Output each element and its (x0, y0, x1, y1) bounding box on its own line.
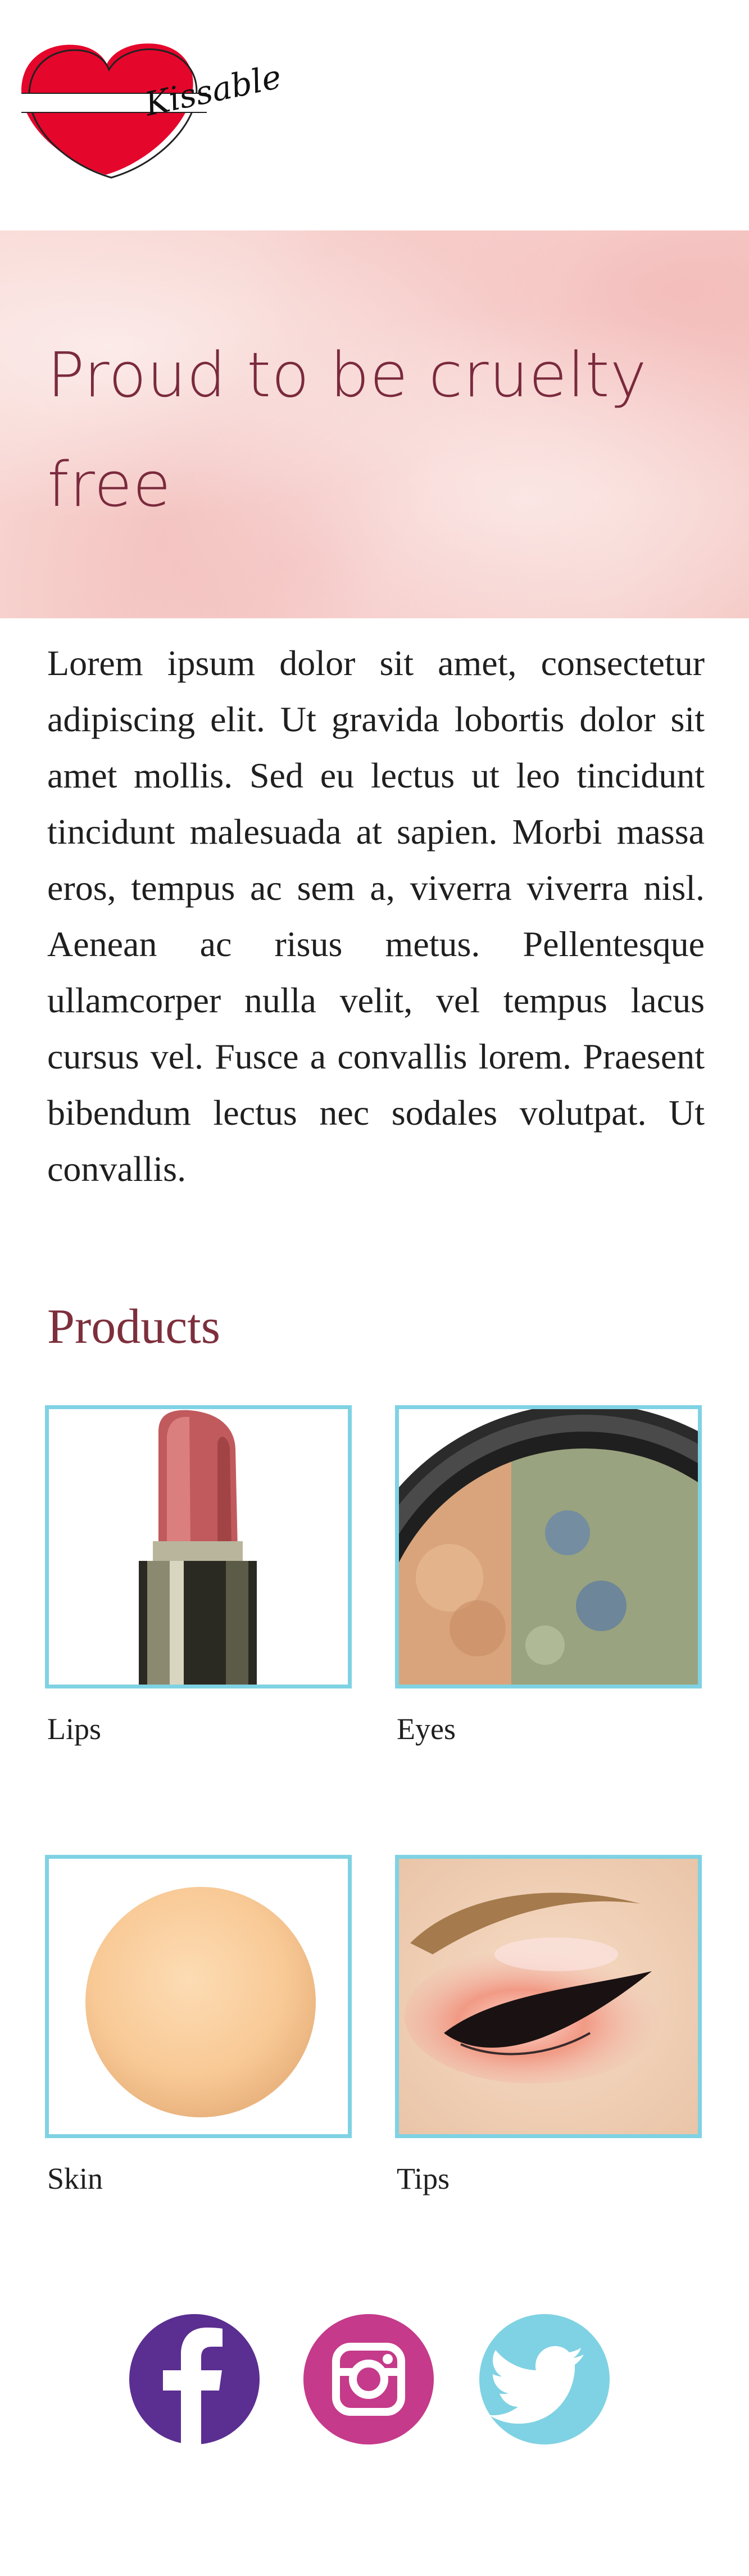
lipstick-image (49, 1409, 348, 1685)
instagram-icon (303, 2314, 434, 2444)
product-card-lips[interactable] (45, 1405, 352, 1688)
eyeshadow-compact-image (399, 1409, 698, 1685)
product-label-lips[interactable]: Lips (47, 1712, 101, 1746)
product-card-skin[interactable] (45, 1855, 352, 2138)
twitter-link[interactable] (479, 2314, 610, 2444)
instagram-link[interactable] (303, 2314, 434, 2444)
product-card-eyes[interactable] (395, 1405, 702, 1688)
eye-makeup-image (399, 1859, 698, 2134)
kissable-logo[interactable]: Kissable (21, 37, 302, 183)
facebook-link[interactable] (129, 2314, 260, 2444)
heart-logo-icon: Kissable (21, 43, 285, 179)
hero-title: Proud to be cruelty free (47, 339, 647, 520)
product-card-tips[interactable] (395, 1855, 702, 2138)
product-label-skin[interactable]: Skin (47, 2161, 103, 2196)
products-heading: Products (47, 1300, 220, 1354)
facebook-icon (129, 2314, 260, 2444)
product-label-eyes[interactable]: Eyes (397, 1712, 456, 1746)
site-header: Kissable (0, 0, 749, 230)
intro-paragraph: Lorem ipsum dolor sit amet, consectetur … (47, 643, 705, 1189)
twitter-icon (479, 2314, 610, 2444)
foundation-swatch-image (49, 1859, 348, 2134)
product-label-tips[interactable]: Tips (397, 2161, 450, 2196)
hero-banner: Proud to be cruelty free (0, 230, 749, 618)
